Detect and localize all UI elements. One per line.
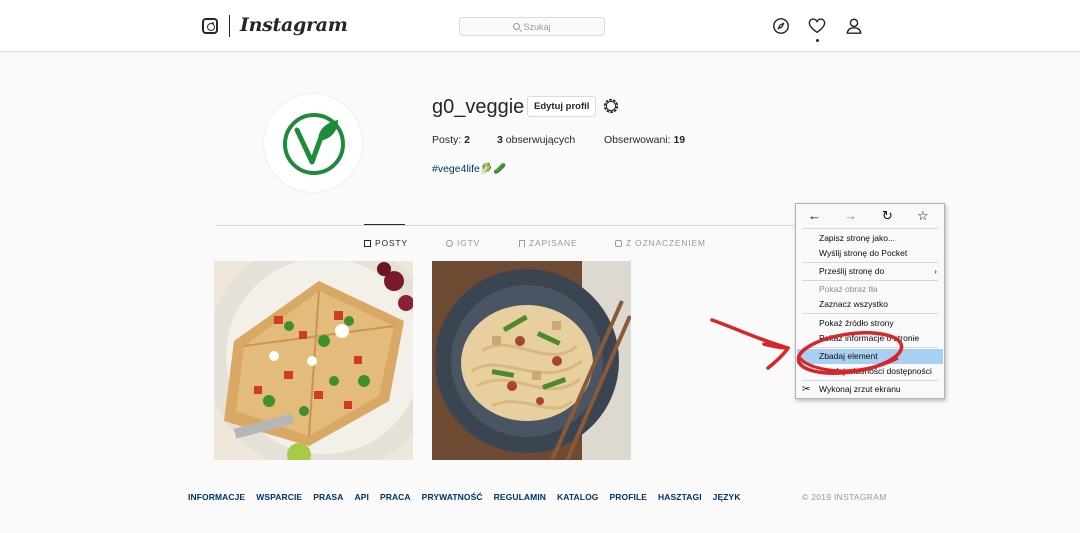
menu-item-view-page-info[interactable]: Pokaż informacje o stronie <box>797 331 943 346</box>
followers-count: 3 <box>497 134 503 146</box>
scissors-icon: ✂ <box>802 384 811 395</box>
notification-dot <box>816 39 819 42</box>
posts-count: 2 <box>464 134 470 146</box>
menu-item-view-background-image: Pokaż obraz tła <box>819 284 878 294</box>
copyright-text: © 2019 INSTAGRAM <box>802 492 887 502</box>
bookmark-star-icon[interactable]: ☆ <box>917 208 929 224</box>
igtv-icon <box>446 239 453 247</box>
footer-link[interactable]: JĘZYK <box>713 492 741 502</box>
menu-item-select-all[interactable]: Zaznacz wszystko <box>797 297 943 312</box>
tab-saved[interactable]: ZAPISANE <box>519 238 577 248</box>
footer-link[interactable]: PROFILE <box>610 492 648 502</box>
menu-separator <box>802 280 938 281</box>
menu-item-inspect-element[interactable]: Zbadaj element <box>797 349 943 364</box>
tag-icon <box>615 239 622 247</box>
footer-link[interactable]: KATALOG <box>557 492 598 502</box>
followers-stat[interactable]: 3 obserwujących <box>497 134 575 146</box>
post-thumbnail-quesadilla[interactable] <box>214 261 413 460</box>
footer-link[interactable]: WSPARCIE <box>256 492 302 502</box>
menu-separator <box>802 347 938 348</box>
footer-link[interactable]: PRASA <box>313 492 343 502</box>
top-navigation-bar: Instagram Szukaj <box>0 0 1080 52</box>
context-menu-nav-row: ← → ↻ ☆ <box>796 204 944 228</box>
menu-item-inspect-accessibility[interactable]: Zbadaj własności dostępności <box>797 364 943 379</box>
compass-icon[interactable] <box>772 17 790 35</box>
menu-item-send-page-to[interactable]: Prześlij stronę do › <box>797 264 943 279</box>
settings-gear-icon[interactable] <box>602 97 620 115</box>
quesadilla-photo <box>214 261 413 460</box>
footer-link[interactable]: PRYWATNOŚĆ <box>422 492 483 502</box>
logo-divider <box>229 15 230 37</box>
submenu-arrow-icon: › <box>934 266 937 276</box>
search-icon <box>513 23 521 30</box>
tab-igtv[interactable]: IGTV <box>446 238 480 248</box>
following-stat[interactable]: Obserwowani: 19 <box>604 134 685 146</box>
search-placeholder: Szukaj <box>523 21 551 32</box>
footer-links: INFORMACJE WSPARCIE PRASA API PRACA PRYW… <box>188 492 741 502</box>
instagram-camera-icon[interactable] <box>202 18 218 34</box>
tab-saved-label: ZAPISANE <box>529 238 578 248</box>
grid-icon <box>364 239 371 247</box>
active-tab-indicator <box>364 224 405 225</box>
profile-username: g0_veggie <box>432 96 525 118</box>
menu-separator <box>802 262 938 263</box>
menu-item-view-page-source[interactable]: Pokaż źródło strony <box>797 316 943 331</box>
footer-link[interactable]: INFORMACJE <box>188 492 245 502</box>
menu-item-label: Wykonaj zrzut ekranu <box>819 384 901 394</box>
tabs-divider <box>215 225 865 226</box>
tab-posts-label: POSTY <box>375 238 408 248</box>
noodle-bowl-photo <box>432 261 631 460</box>
instagram-wordmark[interactable]: Instagram <box>240 14 348 36</box>
menu-item-take-screenshot[interactable]: ✂ Wykonaj zrzut ekranu <box>797 382 943 397</box>
footer-link[interactable]: PRACA <box>380 492 411 502</box>
footer-link[interactable]: API <box>354 492 368 502</box>
tab-posts[interactable]: POSTY <box>364 238 408 248</box>
vegan-logo-icon <box>283 113 345 175</box>
profile-avatar[interactable] <box>263 93 363 193</box>
tab-igtv-label: IGTV <box>457 238 481 248</box>
reload-icon[interactable]: ↻ <box>882 208 893 224</box>
back-arrow-icon[interactable]: ← <box>808 208 821 224</box>
menu-separator <box>802 313 938 314</box>
followers-label: obserwujących <box>505 134 576 146</box>
tab-tagged[interactable]: Z OZNACZENIEM <box>615 238 706 248</box>
forward-arrow-icon[interactable]: → <box>844 208 857 224</box>
following-count: 19 <box>673 134 686 146</box>
bookmark-icon <box>519 239 525 247</box>
tab-tagged-label: Z OZNACZENIEM <box>626 238 706 248</box>
heart-icon[interactable] <box>808 17 826 35</box>
footer-link[interactable]: HASZTAGI <box>658 492 702 502</box>
search-input[interactable]: Szukaj <box>459 17 605 36</box>
profile-bio[interactable]: #vege4life🥬🥒 <box>432 162 506 175</box>
posts-label: Posty: <box>432 134 462 146</box>
menu-item-label: Prześlij stronę do <box>819 266 885 276</box>
menu-separator <box>802 228 938 229</box>
menu-separator <box>802 380 938 381</box>
edit-profile-button[interactable]: Edytuj profil <box>527 96 597 117</box>
user-icon[interactable] <box>845 17 863 35</box>
post-thumbnail-noodles[interactable] <box>432 261 631 460</box>
browser-context-menu: ← → ↻ ☆ Zapisz stronę jako... Wyślij str… <box>795 203 945 399</box>
menu-item-save-page[interactable]: Zapisz stronę jako... <box>797 231 943 246</box>
posts-stat: Posty: 2 <box>432 134 470 146</box>
footer-link[interactable]: REGULAMIN <box>494 492 546 502</box>
menu-item-send-to-pocket[interactable]: Wyślij stronę do Pocket <box>797 246 943 261</box>
following-label: Obserwowani: <box>604 134 671 146</box>
